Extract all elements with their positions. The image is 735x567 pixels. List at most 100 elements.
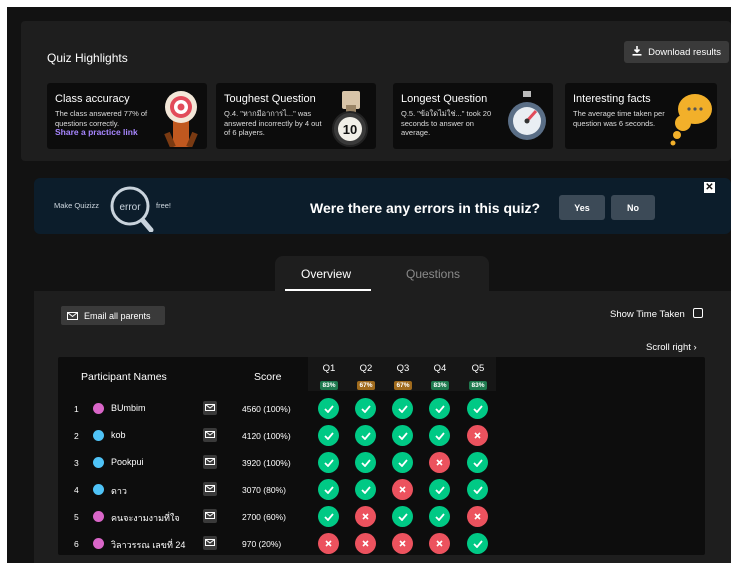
participant-name: วิลาวรรณ เลขที่ 24 bbox=[111, 540, 186, 550]
row-number: 3 bbox=[74, 458, 79, 468]
svg-text:10: 10 bbox=[343, 122, 357, 137]
correct-answer-icon[interactable] bbox=[392, 398, 413, 419]
tab-questions[interactable]: Questions bbox=[406, 267, 460, 281]
correct-answer-icon[interactable] bbox=[318, 479, 339, 500]
participant-score: 2700 (60%) bbox=[242, 512, 286, 522]
incorrect-answer-icon[interactable] bbox=[355, 533, 376, 554]
correct-answer-icon[interactable] bbox=[355, 425, 376, 446]
correct-answer-icon[interactable] bbox=[429, 479, 450, 500]
tab-overview[interactable]: Overview bbox=[301, 267, 351, 281]
card-text: Q.5. "ข้อใดไม่ใช่..." took 20 seconds to… bbox=[401, 109, 492, 137]
correct-answer-icon[interactable] bbox=[467, 398, 488, 419]
banner-free-text: free! bbox=[156, 201, 172, 210]
incorrect-answer-icon[interactable] bbox=[429, 452, 450, 473]
question-header-3[interactable]: Q3 67% bbox=[390, 363, 416, 392]
incorrect-answer-icon[interactable] bbox=[467, 425, 488, 446]
share-practice-link[interactable]: Share a practice link bbox=[55, 127, 155, 138]
email-parent-button[interactable] bbox=[203, 482, 217, 496]
correct-answer-icon[interactable] bbox=[429, 425, 450, 446]
incorrect-answer-icon[interactable] bbox=[355, 506, 376, 527]
row-number: 2 bbox=[74, 431, 79, 441]
highlight-card-accuracy: Class accuracy The class answered 77% of… bbox=[47, 83, 207, 149]
email-parent-button[interactable] bbox=[203, 428, 217, 442]
magnifier-icon: error bbox=[110, 186, 154, 232]
download-results-label: Download results bbox=[648, 46, 721, 58]
correct-answer-icon[interactable] bbox=[392, 506, 413, 527]
correct-answer-icon[interactable] bbox=[318, 506, 339, 527]
avatar bbox=[93, 457, 104, 468]
table-row[interactable]: 5 คนจะงามงามที่ใจ 2700 (60%) bbox=[58, 505, 705, 529]
scroll-right-button[interactable]: Scroll right › bbox=[646, 342, 697, 353]
table-row[interactable]: 4 ดาว 3070 (80%) bbox=[58, 478, 705, 502]
weight-ten-icon: 10 bbox=[332, 91, 368, 147]
question-accuracy-badge: 67% bbox=[394, 381, 412, 390]
chevron-right-icon: › bbox=[693, 342, 697, 353]
errors-no-button[interactable]: No bbox=[611, 195, 655, 220]
question-accuracy-badge: 83% bbox=[469, 381, 487, 390]
avatar bbox=[93, 430, 104, 441]
incorrect-answer-icon[interactable] bbox=[467, 506, 488, 527]
table-row[interactable]: 2 kob 4120 (100%) bbox=[58, 424, 705, 448]
close-banner-icon[interactable]: ✕ bbox=[704, 182, 715, 193]
highlight-card-facts: Interesting facts The average time taken… bbox=[565, 83, 717, 149]
highlights-title: Quiz Highlights bbox=[47, 51, 128, 65]
email-all-parents-button[interactable]: Email all parents bbox=[61, 306, 165, 325]
highlight-card-toughest: Toughest Question Q.4. "หากมีอาการไ..." … bbox=[216, 83, 376, 149]
correct-answer-icon[interactable] bbox=[355, 479, 376, 500]
row-number: 6 bbox=[74, 539, 79, 549]
incorrect-answer-icon[interactable] bbox=[429, 533, 450, 554]
correct-answer-icon[interactable] bbox=[392, 452, 413, 473]
quiz-report-window: Quiz Highlights Download results Class a… bbox=[7, 7, 731, 563]
correct-answer-icon[interactable] bbox=[355, 452, 376, 473]
card-title: Interesting facts bbox=[573, 93, 651, 105]
incorrect-answer-icon[interactable] bbox=[392, 479, 413, 500]
question-accuracy-badge: 67% bbox=[357, 381, 375, 390]
table-row[interactable]: 3 Pookpui 3920 (100%) bbox=[58, 451, 705, 475]
mail-icon bbox=[67, 311, 78, 320]
question-label: Q1 bbox=[322, 363, 336, 374]
show-time-taken-checkbox[interactable] bbox=[693, 308, 703, 318]
participant-name: BUmbim bbox=[111, 403, 146, 413]
email-parent-button[interactable] bbox=[203, 455, 217, 469]
errors-yes-button[interactable]: Yes bbox=[559, 195, 605, 220]
correct-answer-icon[interactable] bbox=[318, 452, 339, 473]
card-text: Q.4. "หากมีอาการไ..." was answered incor… bbox=[224, 109, 322, 137]
question-header-2[interactable]: Q2 67% bbox=[353, 363, 379, 392]
correct-answer-icon[interactable] bbox=[467, 533, 488, 554]
correct-answer-icon[interactable] bbox=[429, 398, 450, 419]
participant-score: 4120 (100%) bbox=[242, 431, 291, 441]
card-title: Toughest Question bbox=[224, 93, 316, 105]
thought-bubble-icon bbox=[670, 94, 712, 146]
banner-make-text: Make Quizizz bbox=[54, 201, 100, 210]
avatar bbox=[93, 484, 104, 495]
card-title: Class accuracy bbox=[55, 93, 130, 105]
table-row[interactable]: 1 BUmbim 4560 (100%) bbox=[58, 397, 705, 421]
question-header-5[interactable]: Q5 83% bbox=[465, 363, 491, 392]
mail-icon bbox=[205, 431, 215, 438]
correct-answer-icon[interactable] bbox=[429, 506, 450, 527]
question-label: Q3 bbox=[396, 363, 410, 374]
email-parent-button[interactable] bbox=[203, 401, 217, 415]
avatar bbox=[93, 511, 104, 522]
email-parent-button[interactable] bbox=[203, 509, 217, 523]
question-header-4[interactable]: Q4 83% bbox=[427, 363, 453, 392]
correct-answer-icon[interactable] bbox=[467, 479, 488, 500]
question-accuracy-badge: 83% bbox=[431, 381, 449, 390]
participant-name: kob bbox=[111, 430, 126, 440]
table-row[interactable]: 6 วิลาวรรณ เลขที่ 24 970 (20%) bbox=[58, 532, 705, 556]
mail-icon bbox=[205, 539, 215, 546]
download-results-button[interactable]: Download results bbox=[624, 41, 729, 63]
row-number: 4 bbox=[74, 485, 79, 495]
show-time-taken-label: Show Time Taken bbox=[610, 309, 685, 320]
incorrect-answer-icon[interactable] bbox=[318, 533, 339, 554]
correct-answer-icon[interactable] bbox=[392, 425, 413, 446]
email-parent-button[interactable] bbox=[203, 536, 217, 550]
correct-answer-icon[interactable] bbox=[318, 425, 339, 446]
correct-answer-icon[interactable] bbox=[355, 398, 376, 419]
correct-answer-icon[interactable] bbox=[318, 398, 339, 419]
correct-answer-icon[interactable] bbox=[467, 452, 488, 473]
incorrect-answer-icon[interactable] bbox=[392, 533, 413, 554]
question-header-1[interactable]: Q1 83% bbox=[316, 363, 342, 392]
target-trophy-icon bbox=[164, 91, 198, 147]
participant-score: 3920 (100%) bbox=[242, 458, 291, 468]
